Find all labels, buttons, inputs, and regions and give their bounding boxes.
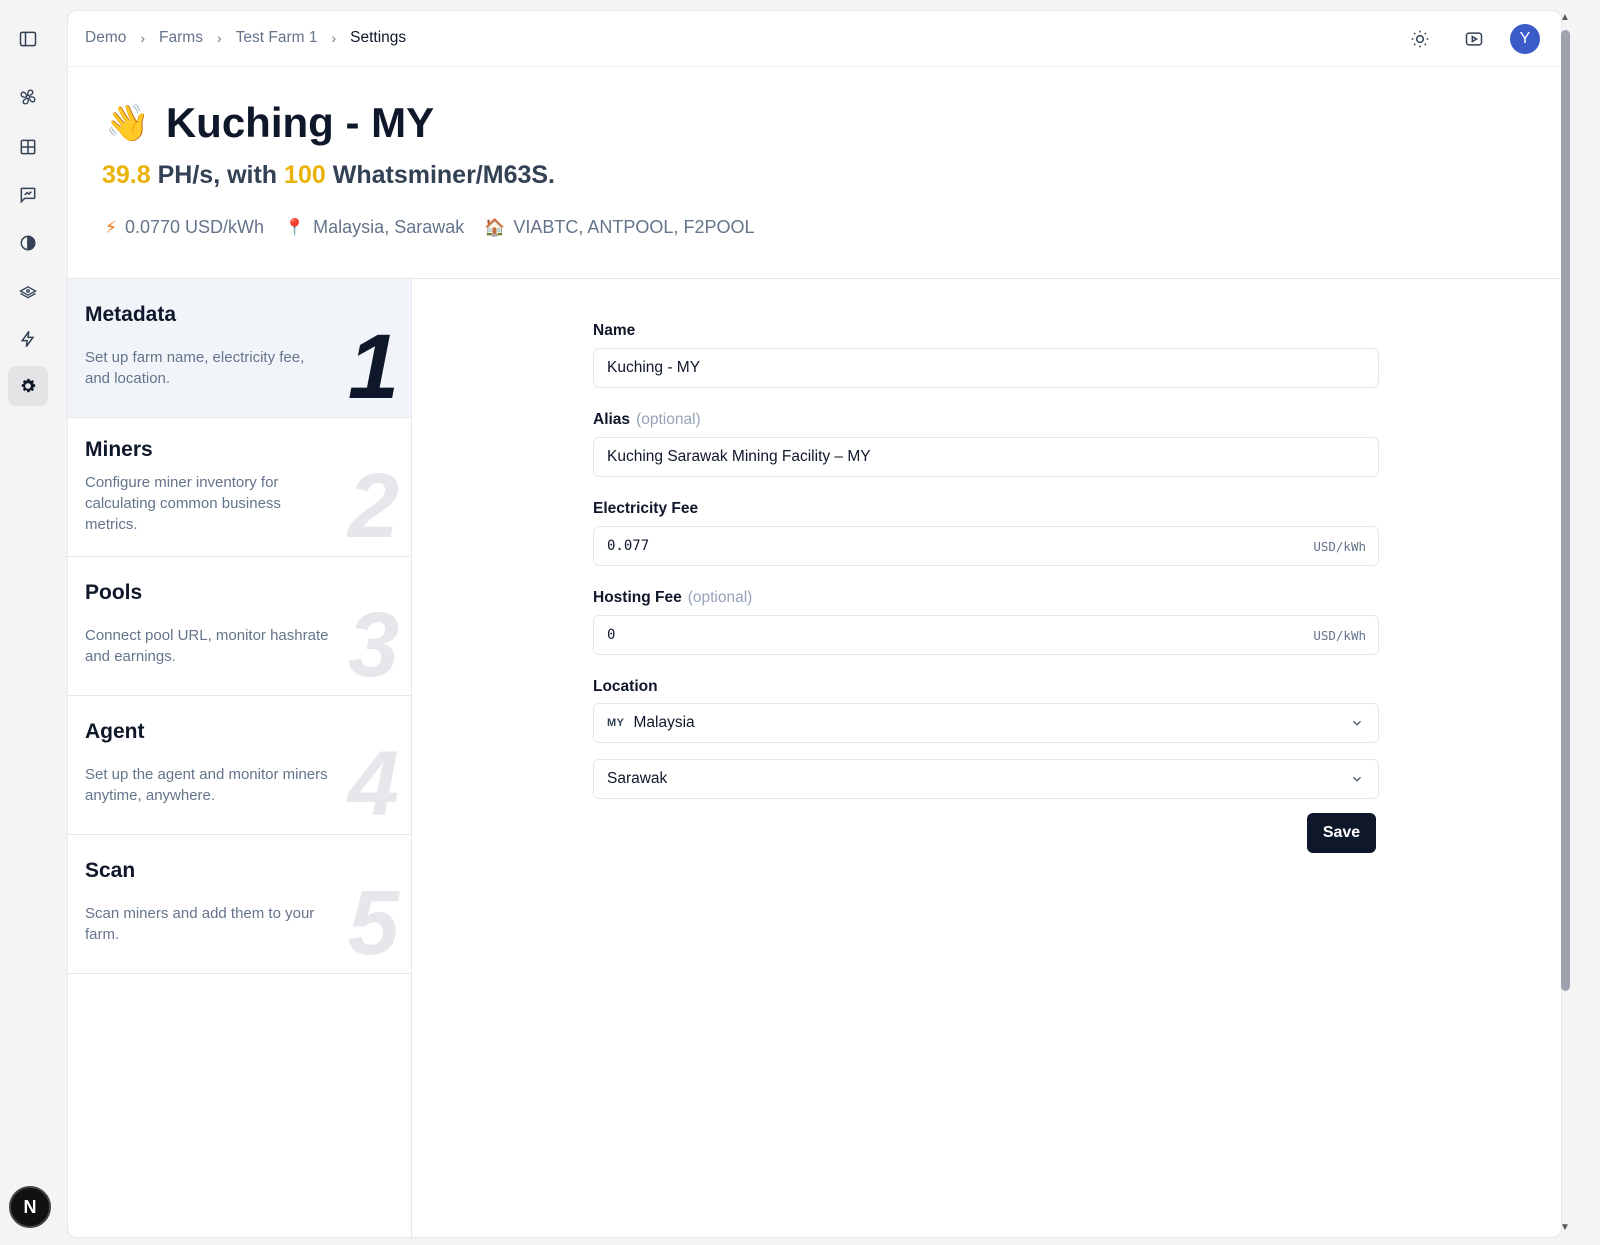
- chevron-down-icon: [1353, 776, 1361, 782]
- page-title: 👋 Kuching - MY: [105, 99, 434, 147]
- avatar[interactable]: Y: [1510, 24, 1540, 54]
- hosting-fee-value: 0: [607, 627, 616, 643]
- sidebar-rail: N: [0, 0, 56, 1245]
- step-number: 3: [347, 594, 399, 696]
- hosting-label-text: Hosting Fee: [593, 589, 682, 606]
- video-play-icon[interactable]: [1462, 27, 1486, 51]
- optional-hint: (optional): [636, 411, 701, 428]
- region-select[interactable]: Sarawak: [593, 759, 1379, 799]
- step-number: 4: [347, 733, 399, 835]
- farm-meta: ⚡ 0.0770 USD/kWh 📍 Malaysia, Sarawak 🏠 V…: [105, 217, 774, 238]
- region-value: Sarawak: [607, 770, 668, 787]
- scrollbar-thumb[interactable]: [1561, 30, 1570, 991]
- sun-icon[interactable]: [1408, 27, 1432, 51]
- fan-icon[interactable]: [8, 77, 48, 117]
- breadcrumb-demo[interactable]: Demo: [85, 29, 126, 47]
- scroll-up-icon[interactable]: ▲: [1560, 12, 1570, 23]
- breadcrumb: Demo › Farms › Test Farm 1 › Settings: [85, 29, 406, 47]
- name-value: Kuching - MY: [607, 359, 701, 376]
- step-number: 1: [347, 316, 399, 418]
- electricity-fee-input[interactable]: 0.077 USD/kWh: [593, 526, 1379, 566]
- name-label: Name: [593, 322, 636, 339]
- country-flag: MY: [607, 717, 625, 729]
- contrast-icon[interactable]: [8, 223, 48, 263]
- pools-meta: 🏠 VIABTC, ANTPOOL, F2POOL: [484, 217, 754, 238]
- location-label: Location: [593, 678, 658, 695]
- waving-hand-icon: 👋: [105, 102, 150, 143]
- lightning-icon[interactable]: [8, 319, 48, 359]
- sidebar-toggle-icon[interactable]: [8, 19, 48, 59]
- pin-icon: 📍: [284, 217, 306, 237]
- alias-input[interactable]: Kuching Sarawak Mining Facility – MY: [593, 437, 1379, 477]
- step-description: Connect pool URL, monitor hashrate and e…: [85, 627, 329, 665]
- step-description: Set up farm name, electricity fee, and l…: [85, 349, 305, 387]
- grid-icon[interactable]: [8, 127, 48, 167]
- chevron-right-icon: ›: [216, 30, 222, 46]
- chevron-down-icon: [1353, 720, 1361, 726]
- electricity-meta: ⚡ 0.0770 USD/kWh: [105, 217, 264, 238]
- location-meta: 📍 Malaysia, Sarawak: [284, 217, 464, 238]
- main-panel: Demo › Farms › Test Farm 1 › Settings Y …: [67, 10, 1562, 1238]
- step-metadata[interactable]: Metadata Set up farm name, electricity f…: [68, 279, 411, 418]
- unit-suffix: USD/kWh: [1313, 538, 1366, 554]
- optional-hint: (optional): [687, 589, 753, 606]
- chevron-right-icon: ›: [140, 30, 146, 46]
- location-text: Malaysia, Sarawak: [313, 217, 465, 237]
- electricity-text: 0.0770 USD/kWh: [124, 217, 264, 237]
- country-select[interactable]: MY Malaysia: [593, 703, 1379, 743]
- lightning-icon: ⚡: [105, 217, 117, 237]
- miner-model: Whatsminer/M63S.: [332, 161, 555, 189]
- step-description: Set up the agent and monitor miners anyt…: [85, 766, 328, 804]
- step-agent[interactable]: Agent Set up the agent and monitor miner…: [68, 696, 411, 835]
- pools-text: VIABTC, ANTPOOL, F2POOL: [513, 217, 755, 237]
- hashrate-unit: PH/s, with: [157, 161, 278, 189]
- settings-steps: Metadata Set up farm name, electricity f…: [68, 279, 412, 1237]
- chart-icon[interactable]: [8, 175, 48, 215]
- hosting-fee-label: Hosting Fee (optional): [593, 589, 752, 607]
- step-number: 2: [347, 455, 399, 557]
- step-title: Metadata: [85, 303, 177, 326]
- step-description: Configure miner inventory for calculatin…: [85, 474, 281, 533]
- step-title: Agent: [85, 720, 145, 743]
- house-icon: 🏠: [484, 217, 506, 237]
- top-bar: Demo › Farms › Test Farm 1 › Settings Y: [68, 11, 1561, 67]
- alias-label: Alias (optional): [593, 411, 701, 429]
- step-title: Miners: [85, 438, 153, 461]
- unit-suffix: USD/kWh: [1313, 627, 1366, 643]
- step-description: Scan miners and add them to your farm.: [85, 905, 315, 943]
- step-title: Pools: [85, 581, 143, 604]
- hashrate-value: 39.8: [102, 161, 151, 189]
- name-input[interactable]: Kuching - MY: [593, 348, 1379, 388]
- save-button[interactable]: Save: [1307, 813, 1376, 853]
- breadcrumb-farms[interactable]: Farms: [159, 29, 203, 47]
- step-pools[interactable]: Pools Connect pool URL, monitor hashrate…: [68, 557, 411, 696]
- app-badge[interactable]: N: [9, 1186, 51, 1228]
- step-title: Scan: [85, 859, 136, 882]
- breadcrumb-farm[interactable]: Test Farm 1: [236, 29, 318, 47]
- farm-summary: 39.8 PH/s, with 100 Whatsminer/M63S.: [102, 161, 555, 190]
- step-scan[interactable]: Scan Scan miners and add them to your fa…: [68, 835, 411, 974]
- farm-name-heading: Kuching - MY: [165, 99, 435, 146]
- miner-count: 100: [284, 161, 326, 189]
- hosting-fee-input[interactable]: 0 USD/kWh: [593, 615, 1379, 655]
- money-icon[interactable]: [8, 271, 48, 311]
- settings-gear-icon[interactable]: [8, 366, 48, 406]
- step-miners[interactable]: Miners Configure miner inventory for cal…: [68, 418, 411, 557]
- electricity-fee-label: Electricity Fee: [593, 500, 699, 517]
- electricity-fee-value: 0.077: [607, 538, 650, 554]
- scroll-down-icon[interactable]: ▼: [1560, 1222, 1570, 1233]
- alias-value: Kuching Sarawak Mining Facility – MY: [607, 448, 871, 465]
- chevron-right-icon: ›: [331, 30, 337, 46]
- step-number: 5: [347, 872, 399, 974]
- alias-label-text: Alias: [593, 411, 631, 428]
- breadcrumb-settings: Settings: [350, 29, 407, 46]
- country-value: Malaysia: [633, 714, 695, 731]
